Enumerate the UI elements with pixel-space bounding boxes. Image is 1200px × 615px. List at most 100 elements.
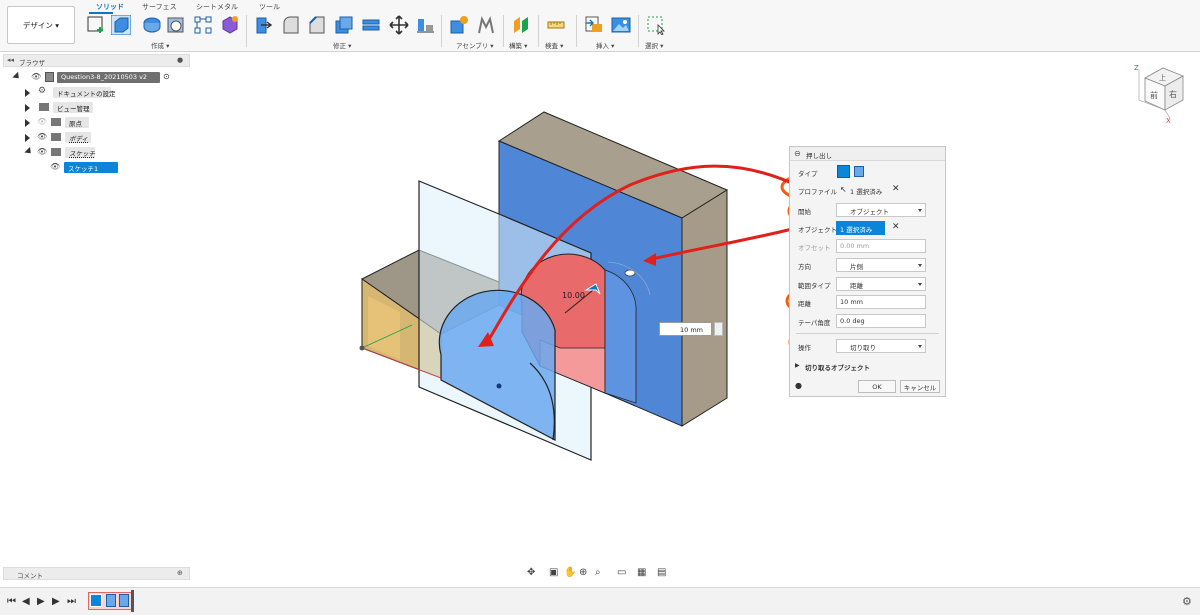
pattern-icon[interactable] [193,15,213,35]
root-label: Question3-8_20210503 v2 [57,72,160,83]
expand-icon[interactable] [25,104,30,112]
tab-tools[interactable]: ツール [259,2,280,12]
folder-icon [39,103,49,111]
chamfer-icon[interactable] [307,15,327,35]
measure-icon[interactable] [546,15,566,35]
construct-group-label[interactable]: 構築 ▾ [509,40,527,50]
zoom-icon[interactable]: ⊕ [579,567,587,578]
more-options-icon[interactable] [714,322,723,336]
zoom-window-icon[interactable]: ⌕ [595,567,601,578]
cancel-button[interactable]: キャンセル [900,380,940,393]
active-tab-indicator [89,12,113,14]
cut-objects-row[interactable]: ▶ 切り取るオブジェクト [790,358,945,374]
eye-icon[interactable]: 👁 [37,132,47,141]
align-icon[interactable] [415,15,435,35]
clear-profile-icon[interactable]: ✕ [892,184,900,194]
expand-icon[interactable] [25,119,30,127]
dimension-label: 10.00 [562,291,585,300]
press-pull-icon[interactable] [253,15,273,35]
info-icon[interactable]: ● [795,381,802,390]
chevron-down-icon [918,209,922,212]
profile-value[interactable]: 1 選択済み [850,186,882,196]
extrude-thin-type-icon[interactable] [854,166,864,177]
shell-icon[interactable] [334,15,354,35]
taper-label: テーパ角度 [798,319,831,327]
insert-image-icon[interactable] [611,15,631,35]
insert-derive-icon[interactable] [584,15,604,35]
expand-icon[interactable] [24,146,34,157]
comment-add-icon[interactable]: ⊕ [177,569,183,577]
timeline-feature-icon[interactable] [119,594,129,607]
workspace-button[interactable]: デザイン ▾ [7,6,75,44]
timeline-last-icon[interactable]: ⏭ [67,596,76,607]
timeline-marker[interactable] [131,590,134,612]
tab-surface[interactable]: サーフェス [142,2,177,12]
ok-button[interactable]: OK [858,380,896,393]
cut-objects-label: 切り取るオブジェクト [805,364,870,372]
direction-select[interactable]: 片側 [836,258,926,272]
timeline-first-icon[interactable]: ⏮ [7,596,16,607]
assemble-group-label[interactable]: アセンブリ ▾ [456,40,494,50]
display-settings-icon[interactable]: ▭ [617,567,626,578]
pan-icon[interactable]: ✋ [564,567,576,578]
create-group-label[interactable]: 作成 ▾ [151,40,169,50]
activate-radio-icon[interactable]: ⊙ [163,72,170,81]
eye-hidden-icon[interactable]: 👁 [37,117,47,126]
eye-icon[interactable]: 👁 [50,162,60,171]
move-icon[interactable] [389,15,409,35]
tab-solid[interactable]: ソリッド [96,2,124,12]
body-right-face[interactable] [681,189,728,427]
new-sketch-icon[interactable] [86,15,106,35]
type-label: タイプ [798,170,818,178]
operation-select[interactable]: 切り取り [836,339,926,353]
expand-icon[interactable] [25,89,30,97]
new-component-icon[interactable] [449,15,469,35]
distance-input-widget[interactable]: 10 mm [659,322,726,336]
tab-sheet-metal[interactable]: シートメタル [196,2,238,12]
start-select[interactable]: オブジェクト [836,203,926,217]
collapse-icon[interactable]: ◂◂ [7,56,14,64]
browser-pin-icon[interactable]: ● [177,56,183,64]
clear-object-icon[interactable]: ✕ [892,222,900,232]
extrude-icon[interactable] [111,15,131,35]
timeline-extrude-icon[interactable] [106,594,116,607]
select-window-icon[interactable] [646,15,666,35]
create-form-icon[interactable] [220,15,240,35]
offset-input[interactable]: 0.00 mm [836,239,926,253]
eye-icon[interactable]: 👁 [37,147,47,156]
extrude-solid-type-icon[interactable] [837,165,850,178]
distance-field[interactable]: 10 mm [836,295,926,309]
offset-plane-icon[interactable] [511,15,531,35]
timeline-next-icon[interactable]: ▶ [52,596,60,607]
grid-settings-icon[interactable]: ▦ [637,567,646,578]
eye-icon[interactable]: 👁 [31,72,41,81]
expand-icon[interactable] [25,134,30,142]
separator [638,15,639,47]
timeline-prev-icon[interactable]: ◀ [22,596,30,607]
combine-icon[interactable] [361,15,381,35]
object-select-button[interactable]: 1 選択済み [836,221,885,235]
distance-input[interactable]: 10 mm [659,322,712,336]
viewports-icon[interactable]: ▤ [657,567,666,578]
expand-icon[interactable] [12,71,22,82]
expand-icon[interactable]: ▶ [795,362,800,369]
separator [538,15,539,47]
modify-group-label[interactable]: 修正 ▾ [333,40,351,50]
look-at-icon[interactable]: ▣ [549,567,558,578]
profile-center-point[interactable] [496,383,502,389]
timeline-sketch-icon[interactable] [90,594,102,607]
revolve-icon[interactable] [142,15,162,35]
sweep-icon[interactable] [166,15,186,35]
taper-input[interactable]: 0.0 deg [836,314,926,328]
joint-icon[interactable] [476,15,496,35]
origin-point[interactable] [359,345,365,351]
timeline-play-icon[interactable]: ▶ [37,596,45,607]
timeline-settings-gear-icon[interactable]: ⚙ [1182,595,1192,608]
extent-select[interactable]: 距離 [836,277,926,291]
collapse-dialog-icon[interactable]: ⊖ [794,149,801,158]
orbit-icon[interactable]: ✥ [527,567,535,578]
fillet-icon[interactable] [281,15,301,35]
select-group-label[interactable]: 選択 ▾ [645,40,663,50]
inspect-group-label[interactable]: 検査 ▾ [545,40,563,50]
insert-group-label[interactable]: 挿入 ▾ [596,40,614,50]
